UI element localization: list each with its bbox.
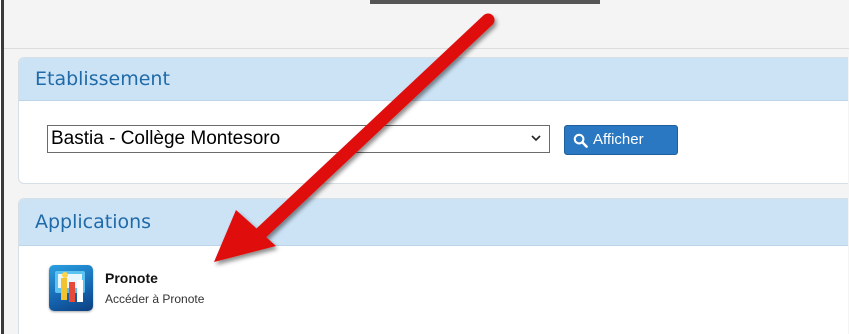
etablissement-select-value: Bastia - Collège Montesoro bbox=[51, 128, 281, 149]
top-bar bbox=[4, 0, 849, 49]
app-item-pronote[interactable]: Pronote Accéder à Pronote bbox=[49, 265, 204, 311]
etablissement-panel: Etablissement Bastia - Collège Montesoro… bbox=[18, 57, 848, 184]
top-edge bbox=[370, 0, 600, 4]
app-text: Pronote Accéder à Pronote bbox=[105, 265, 204, 311]
applications-panel: Applications Pronote Accéder à Pronote bbox=[18, 198, 848, 334]
app-description: Accéder à Pronote bbox=[105, 292, 205, 306]
search-icon bbox=[573, 133, 588, 148]
afficher-button[interactable]: Afficher bbox=[564, 125, 678, 155]
app-name: Pronote bbox=[105, 270, 158, 286]
applications-header: Applications bbox=[19, 199, 848, 246]
pronote-logo-icon bbox=[49, 265, 93, 311]
etablissement-select[interactable]: Bastia - Collège Montesoro bbox=[47, 125, 550, 153]
afficher-button-label: Afficher bbox=[593, 131, 644, 148]
etablissement-header: Etablissement bbox=[19, 58, 848, 101]
chevron-down-icon bbox=[531, 135, 541, 142]
